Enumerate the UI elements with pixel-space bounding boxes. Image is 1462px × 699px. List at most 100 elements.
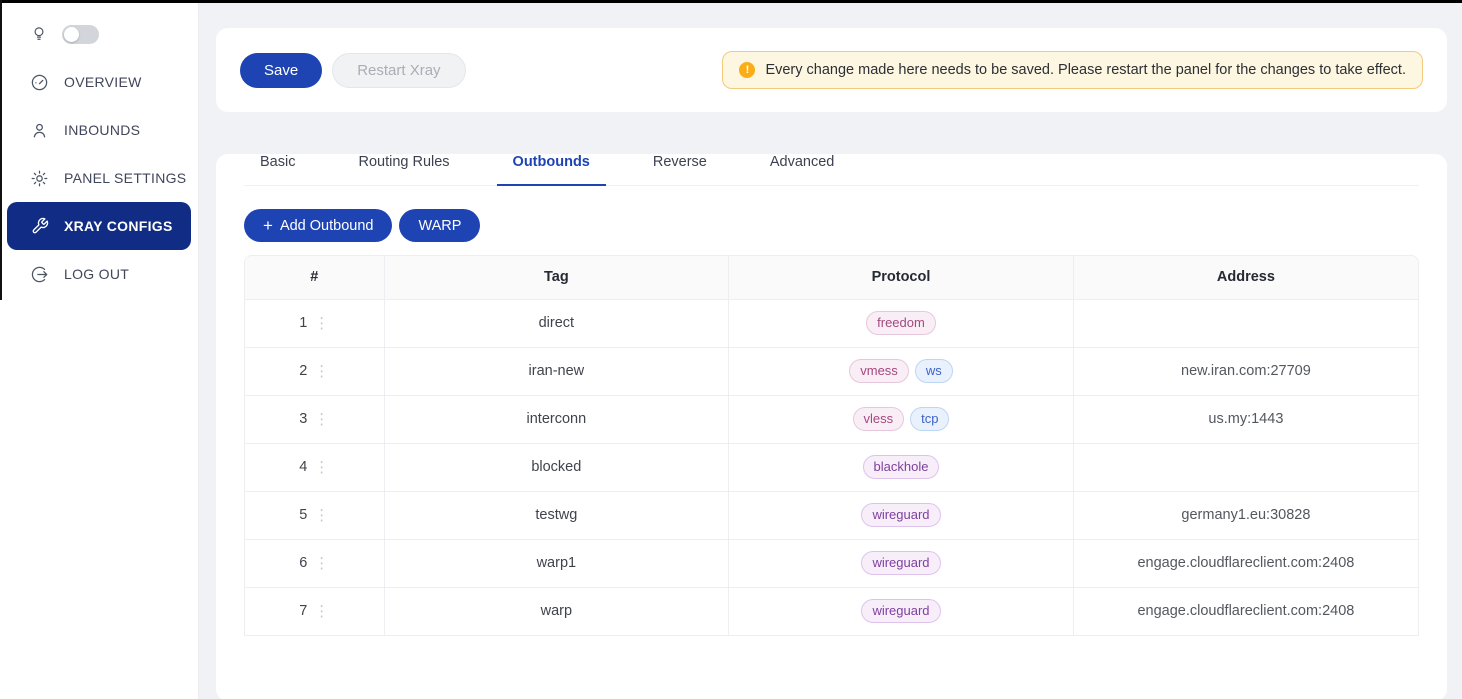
- warning-alert-text: Every change made here needs to be saved…: [765, 62, 1406, 78]
- protocol-badge: wireguard: [861, 503, 940, 527]
- logout-icon: [30, 265, 49, 284]
- protocol-badge: wireguard: [861, 551, 940, 575]
- plus-icon: +: [263, 217, 273, 234]
- table-row: 7 ⋮ warp wireguard engage.cloudflareclien…: [245, 587, 1418, 635]
- row-badges: freedom: [729, 299, 1074, 347]
- main-content: Save Restart Xray ! Every change made he…: [199, 0, 1462, 699]
- dark-mode-toggle[interactable]: [62, 25, 99, 44]
- window-top-edge: [0, 0, 1462, 3]
- protocol-badge: wireguard: [861, 599, 940, 623]
- row-badges: wireguard: [729, 539, 1074, 587]
- sidebar-item-panel-settings[interactable]: PANEL SETTINGS: [0, 154, 198, 202]
- add-outbound-button[interactable]: + Add Outbound: [244, 209, 392, 242]
- save-button[interactable]: Save: [240, 53, 322, 88]
- sidebar-item-overview[interactable]: OVERVIEW: [0, 58, 198, 106]
- restart-xray-button[interactable]: Restart Xray: [332, 53, 465, 88]
- row-tag: interconn: [384, 395, 729, 443]
- warning-icon: !: [739, 62, 755, 78]
- tab-outbounds[interactable]: Outbounds: [513, 154, 590, 185]
- outbounds-table-body: 1 ⋮ direct freedom 2 ⋮ iran-new vmessws ne…: [245, 299, 1418, 635]
- toolbar-card: Save Restart Xray ! Every change made he…: [216, 28, 1447, 112]
- column-header-protocol: Protocol: [729, 256, 1074, 299]
- table-row: 5 ⋮ testwg wireguard germany1.eu:30828: [245, 491, 1418, 539]
- row-tag: blocked: [384, 443, 729, 491]
- table-row: 3 ⋮ interconn vlesstcp us.my:1443: [245, 395, 1418, 443]
- sidebar-item-label: LOG OUT: [64, 266, 129, 282]
- sidebar-item-label: INBOUNDS: [64, 122, 140, 138]
- theme-switch-row: [0, 22, 198, 46]
- warp-button[interactable]: WARP: [399, 209, 480, 242]
- row-badges: wireguard: [729, 587, 1074, 635]
- window-left-edge: [0, 0, 2, 300]
- table-row: 2 ⋮ iran-new vmessws new.iran.com:27709: [245, 347, 1418, 395]
- row-address: new.iran.com:27709: [1073, 347, 1418, 395]
- row-tag: testwg: [384, 491, 729, 539]
- wrench-icon: [30, 217, 49, 235]
- sidebar-item-inbounds[interactable]: INBOUNDS: [0, 106, 198, 154]
- row-number: 6: [299, 555, 307, 571]
- row-menu-icon[interactable]: ⋮: [314, 506, 329, 524]
- tab-basic[interactable]: Basic: [260, 154, 295, 185]
- protocol-badge: blackhole: [863, 455, 940, 479]
- row-badges: vlesstcp: [729, 395, 1074, 443]
- column-header-tag: Tag: [384, 256, 729, 299]
- table-header-row: # Tag Protocol Address: [245, 256, 1418, 299]
- column-header-number: #: [245, 256, 384, 299]
- table-row: 1 ⋮ direct freedom: [245, 299, 1418, 347]
- dashboard-icon: [30, 73, 49, 92]
- sidebar-item-label: OVERVIEW: [64, 74, 142, 90]
- row-number: 5: [299, 507, 307, 523]
- row-tag: warp: [384, 587, 729, 635]
- protocol-badge: tcp: [910, 407, 949, 431]
- gear-icon: [30, 169, 49, 188]
- tab-routing-rules[interactable]: Routing Rules: [358, 154, 449, 185]
- row-address: us.my:1443: [1073, 395, 1418, 443]
- protocol-badge: ws: [915, 359, 953, 383]
- user-icon: [30, 121, 49, 140]
- row-menu-icon[interactable]: ⋮: [314, 554, 329, 572]
- toggle-knob: [64, 27, 79, 42]
- row-menu-icon[interactable]: ⋮: [314, 410, 329, 428]
- row-number: 1: [299, 315, 307, 331]
- row-badges: wireguard: [729, 491, 1074, 539]
- row-number: 3: [299, 411, 307, 427]
- row-tag: direct: [384, 299, 729, 347]
- row-badges: vmessws: [729, 347, 1074, 395]
- toolbar-buttons: Save Restart Xray: [240, 53, 466, 88]
- row-number: 7: [299, 603, 307, 619]
- row-menu-icon[interactable]: ⋮: [314, 458, 329, 476]
- bulb-icon: [30, 25, 48, 43]
- sidebar-item-log-out[interactable]: LOG OUT: [0, 250, 198, 298]
- row-number: 4: [299, 459, 307, 475]
- row-menu-icon[interactable]: ⋮: [314, 314, 329, 332]
- outbounds-table: # Tag Protocol Address 1 ⋮ direct freedom…: [244, 255, 1419, 636]
- outbound-actions: + Add Outbound WARP: [244, 209, 1419, 242]
- config-tabs: Basic Routing Rules Outbounds Reverse Ad…: [244, 154, 1419, 186]
- protocol-badge: freedom: [866, 311, 936, 335]
- protocol-badge: vless: [853, 407, 905, 431]
- column-header-address: Address: [1073, 256, 1418, 299]
- sidebar-item-xray-configs[interactable]: XRAY CONFIGS: [7, 202, 191, 250]
- tab-advanced[interactable]: Advanced: [770, 154, 835, 185]
- row-address: engage.cloudflareclient.com:2408: [1073, 539, 1418, 587]
- sidebar: OVERVIEW INBOUNDS PANEL SETTINGS: [0, 0, 199, 699]
- protocol-badge: vmess: [849, 359, 909, 383]
- row-menu-icon[interactable]: ⋮: [314, 602, 329, 620]
- table-row: 6 ⋮ warp1 wireguard engage.cloudflareclie…: [245, 539, 1418, 587]
- row-tag: warp1: [384, 539, 729, 587]
- sidebar-item-label: PANEL SETTINGS: [64, 170, 186, 186]
- sidebar-item-label: XRAY CONFIGS: [64, 218, 173, 234]
- table-row: 4 ⋮ blocked blackhole: [245, 443, 1418, 491]
- sidebar-menu: OVERVIEW INBOUNDS PANEL SETTINGS: [0, 58, 198, 298]
- row-address: engage.cloudflareclient.com:2408: [1073, 587, 1418, 635]
- row-address: [1073, 299, 1418, 347]
- xray-configs-card: Basic Routing Rules Outbounds Reverse Ad…: [216, 154, 1447, 699]
- add-outbound-label: Add Outbound: [280, 218, 374, 234]
- row-menu-icon[interactable]: ⋮: [314, 362, 329, 380]
- row-address: [1073, 443, 1418, 491]
- row-tag: iran-new: [384, 347, 729, 395]
- row-number: 2: [299, 363, 307, 379]
- warning-alert: ! Every change made here needs to be sav…: [722, 51, 1423, 89]
- tab-reverse[interactable]: Reverse: [653, 154, 707, 185]
- row-address: germany1.eu:30828: [1073, 491, 1418, 539]
